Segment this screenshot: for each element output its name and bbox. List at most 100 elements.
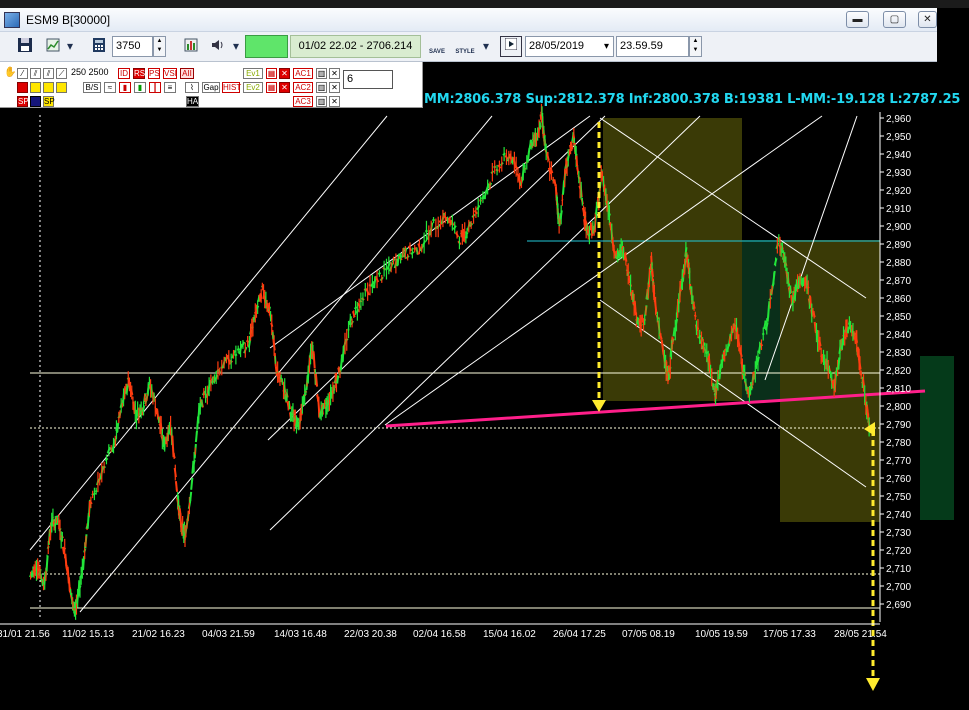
price-segment — [687, 267, 691, 273]
style-dropdown-icon[interactable]: ▾ — [479, 36, 493, 57]
event-1-toggle[interactable]: Ev1 — [243, 68, 263, 79]
price-segment — [63, 547, 67, 551]
indicator-VSI[interactable]: VSI — [163, 68, 177, 79]
indicator-Gap[interactable]: Gap — [202, 82, 220, 93]
ac-2-settings-icon[interactable]: ▥ — [316, 82, 327, 93]
color-yellow-swatch-3[interactable] — [56, 82, 67, 93]
bars-count-input[interactable]: 3750 — [112, 36, 153, 57]
color-blue-swatch[interactable] — [30, 96, 41, 107]
price-segment — [670, 338, 674, 350]
candles-green-icon[interactable]: ▮ — [134, 82, 146, 93]
price-segment — [177, 506, 181, 519]
pattern-icon[interactable]: ⌇ — [185, 82, 199, 93]
price-segment — [533, 132, 537, 143]
ac-3-toggle[interactable]: AC3 — [293, 96, 313, 107]
cursor-tool-icon[interactable]: ✋ — [4, 68, 16, 79]
indicator-RS[interactable]: RS — [133, 68, 145, 79]
save-disk-icon[interactable] — [14, 36, 36, 57]
price-segment — [424, 229, 428, 233]
price-segment — [706, 357, 710, 365]
price-segment — [465, 231, 469, 235]
indicator-ID[interactable]: ID — [118, 68, 130, 79]
sound-dropdown-icon[interactable]: ▾ — [229, 36, 243, 57]
price-segment — [731, 323, 736, 334]
price-segment — [58, 527, 62, 532]
chart-type-icon[interactable] — [42, 36, 64, 57]
ac-3-settings-icon[interactable]: ▥ — [316, 96, 327, 107]
price-segment — [123, 387, 127, 398]
sound-icon[interactable] — [207, 36, 229, 57]
price-segment — [436, 224, 441, 230]
indicator-BS[interactable]: B/S — [83, 82, 101, 93]
price-segment — [179, 510, 182, 516]
event-2-close-icon[interactable]: ✕ — [279, 82, 290, 93]
price-segment — [664, 361, 667, 367]
event-2-color-icon[interactable]: ▦ — [266, 82, 277, 93]
price-segment — [140, 408, 144, 414]
event-1-color-icon[interactable]: ▦ — [266, 68, 277, 79]
indicator-AII[interactable]: AII — [180, 68, 194, 79]
color-yellow-swatch[interactable] — [30, 82, 41, 93]
count-input[interactable]: 6 — [343, 70, 393, 89]
style-button[interactable]: STYLE — [454, 36, 476, 57]
indicator-HIST[interactable]: HIST — [222, 82, 241, 93]
color-yellow-swatch-2[interactable] — [43, 82, 54, 93]
price-segment — [180, 525, 183, 532]
price-segment — [771, 270, 776, 287]
price-segment — [858, 361, 862, 370]
play-icon[interactable] — [500, 36, 522, 57]
close-button[interactable]: ✕ — [918, 11, 937, 28]
bars-count-stepper[interactable]: ▲ ▼ — [153, 36, 166, 57]
price-segment — [559, 210, 563, 220]
chart-type-dropdown-icon[interactable]: ▾ — [63, 36, 77, 57]
minimize-button[interactable]: ▬ — [846, 11, 869, 28]
y-tick-label: 2,710 — [886, 564, 911, 575]
price-segment — [325, 403, 329, 407]
ac-1-close-icon[interactable]: ✕ — [329, 68, 340, 79]
candles-red-icon[interactable]: ▮ — [119, 82, 131, 93]
price-segment — [499, 161, 504, 167]
price-segment — [64, 553, 68, 568]
color-red-swatch[interactable] — [17, 82, 28, 93]
channel-tool-icon[interactable]: ⫽ — [43, 68, 54, 79]
time-input[interactable]: 23.59.59 — [616, 36, 689, 57]
calculator-icon[interactable] — [88, 36, 110, 57]
price-segment — [574, 151, 577, 154]
ac-1-settings-icon[interactable]: ▥ — [316, 68, 327, 79]
line-tool-icon[interactable]: ⁄ — [17, 68, 28, 79]
lines-icon[interactable]: ≡ — [164, 82, 176, 93]
range-display: 01/02 22.02 - 2706.214 — [290, 35, 421, 58]
ac-3-close-icon[interactable]: ✕ — [329, 96, 340, 107]
sp-yellow-toggle[interactable]: SP — [43, 96, 55, 107]
event-2-toggle[interactable]: Ev2 — [243, 82, 263, 93]
save-template-button[interactable]: SAVE — [426, 36, 448, 57]
price-segment — [337, 367, 341, 373]
time-stepper[interactable]: ▲ ▼ — [689, 36, 702, 57]
indicator-PS[interactable]: PS — [148, 68, 160, 79]
price-segment — [539, 114, 543, 120]
wave-icon[interactable]: ≈ — [104, 82, 116, 93]
ac-2-toggle[interactable]: AC2 — [293, 82, 313, 93]
price-segment — [861, 379, 866, 387]
price-segment — [712, 386, 716, 390]
parallel-tool-icon[interactable]: ⫽ — [30, 68, 41, 79]
fan-tool-icon[interactable]: ⟋ — [56, 68, 67, 79]
price-segment — [29, 573, 33, 578]
hide-toggle[interactable]: HA — [186, 96, 199, 107]
price-segment — [773, 258, 778, 266]
event-1-close-icon[interactable]: ✕ — [279, 68, 290, 79]
price-segment — [345, 338, 349, 342]
price-segment — [336, 375, 340, 384]
ac-2-close-icon[interactable]: ✕ — [329, 82, 340, 93]
ac-1-toggle[interactable]: AC1 — [293, 68, 313, 79]
indicator-chart-icon[interactable] — [180, 36, 202, 57]
price-segment — [190, 477, 194, 490]
sp-red-toggle[interactable]: SP — [17, 96, 29, 107]
date-picker[interactable]: 28/05/2019 ▾ — [525, 36, 614, 57]
price-segment — [271, 330, 275, 341]
price-segment — [169, 424, 172, 427]
restore-button[interactable]: ▢ — [883, 11, 906, 28]
bars-red-icon[interactable]: ┃ — [149, 82, 161, 93]
price-segment — [816, 339, 820, 343]
date-dropdown-icon[interactable]: ▾ — [604, 37, 609, 56]
